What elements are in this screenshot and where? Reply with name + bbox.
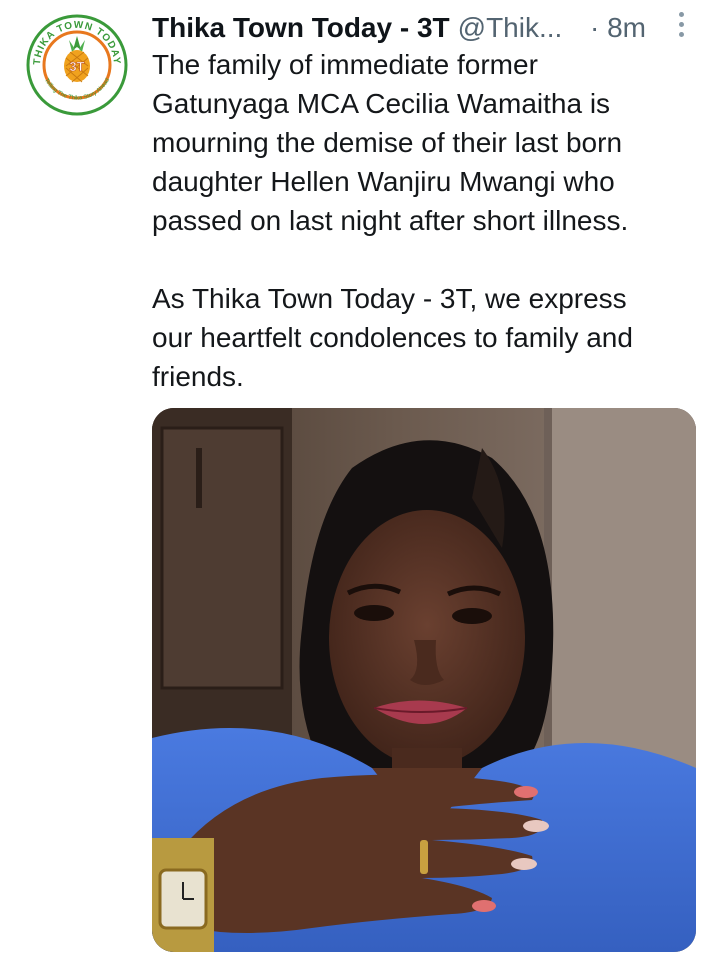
tweet-text: The family of immediate former Gatunyaga… [152,45,692,396]
thika-town-today-logo: THIKA TOWN TODAY Telling The Thika Story… [26,14,128,116]
tweet-card[interactable]: THIKA TOWN TODAY Telling The Thika Story… [0,0,719,958]
tweet-timestamp[interactable]: · 8m [590,8,646,48]
tweet-header: Thika Town Today - 3T @Thik... [152,8,652,48]
logo-3t-text: 3T [69,59,84,74]
more-vertical-icon[interactable] [674,12,688,42]
tweet-paragraph-2: As Thika Town Today - 3T, we express our… [152,283,633,392]
tweet-photo[interactable] [152,408,696,952]
display-name[interactable]: Thika Town Today - 3T [152,8,450,48]
avatar[interactable]: THIKA TOWN TODAY Telling The Thika Story… [26,14,128,116]
portrait-photo [152,408,696,952]
tweet-paragraph-1: The family of immediate former Gatunyaga… [152,49,629,236]
user-handle[interactable]: @Thik... [458,8,563,48]
